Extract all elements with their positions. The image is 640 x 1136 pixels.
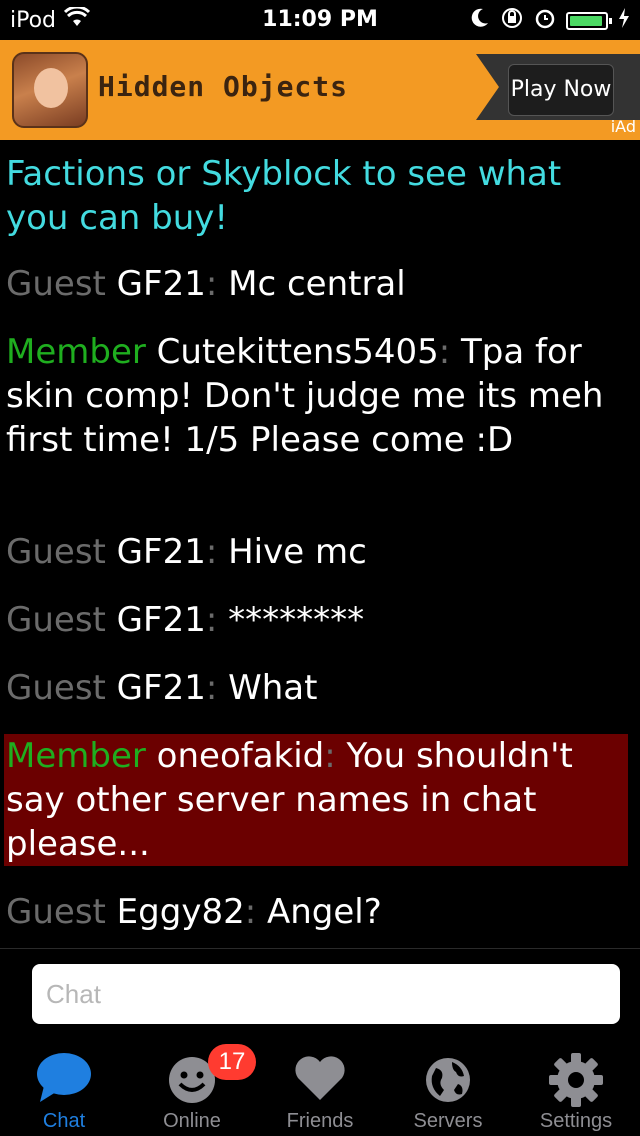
chat-message: Member Cutekittens5405: Tpa for skin com… (6, 330, 628, 462)
tab-servers[interactable]: Servers (384, 1040, 512, 1136)
message-text: What (217, 668, 318, 708)
heart-icon (290, 1048, 350, 1108)
separator: : (205, 532, 218, 572)
rank-label: Member (6, 332, 146, 372)
chat-message: Guest GF21: What (6, 666, 628, 710)
divider (0, 948, 640, 949)
rank-label: Guest (6, 600, 106, 640)
username[interactable]: Eggy82 (117, 892, 245, 932)
tab-label: Chat (42, 1110, 86, 1132)
separator: : (205, 264, 218, 304)
separator: : (205, 668, 218, 708)
battery-icon (566, 12, 612, 30)
username[interactable]: Cutekittens5405 (157, 332, 439, 372)
ad-play-now-button[interactable]: Play Now (508, 64, 614, 116)
tab-label: Friends (286, 1110, 354, 1132)
username[interactable]: oneofakid (157, 736, 325, 776)
chat-message: Guest GF21: ******** (6, 598, 628, 642)
username[interactable]: GF21 (117, 668, 206, 708)
rank-label: Guest (6, 668, 106, 708)
tab-chat[interactable]: Chat (0, 1040, 128, 1136)
message-text: ******** (217, 600, 365, 640)
rank-label: Guest (6, 264, 106, 304)
username[interactable]: GF21 (117, 264, 206, 304)
separator: : (438, 332, 451, 372)
message-text: Hive mc (217, 532, 367, 572)
online-count-badge: 17 (208, 1044, 256, 1080)
alarm-icon (534, 7, 556, 35)
separator: : (244, 892, 257, 932)
status-right (470, 6, 630, 36)
ad-title: Hidden Objects (98, 70, 349, 103)
ad-thumbnail-image (12, 52, 88, 128)
moon-icon (470, 7, 490, 35)
gear-icon (546, 1048, 606, 1108)
chat-message: Guest Eggy82: Angel? (6, 890, 628, 934)
chat-message: Guest GF21: Mc central (6, 262, 628, 306)
chat-input[interactable] (32, 964, 620, 1024)
chat-message: Guest GF21: Hive mc (6, 530, 628, 574)
rank-label: Guest (6, 532, 106, 572)
tab-settings[interactable]: Settings (512, 1040, 640, 1136)
chat-bubble-icon (34, 1048, 94, 1108)
tab-bar: Chat Online Friends Servers Settings (0, 1040, 640, 1136)
highlighted-chat-message: Member oneofakid: You shouldn't say othe… (4, 734, 628, 866)
username[interactable]: GF21 (117, 600, 206, 640)
orientation-lock-icon (500, 6, 524, 36)
tab-label: Online (163, 1110, 221, 1132)
username[interactable]: GF21 (117, 532, 206, 572)
message-text: Mc central (217, 264, 406, 304)
ad-banner[interactable]: Hidden Objects Play Now iAd (0, 40, 640, 140)
system-message: Factions or Skyblock to see what you can… (6, 154, 562, 238)
tab-label: Servers (413, 1110, 483, 1132)
iad-label: iAd (610, 117, 636, 136)
rank-label: Guest (6, 892, 106, 932)
message-text: Angel? (256, 892, 382, 932)
chat-message-list[interactable]: Factions or Skyblock to see what you can… (0, 140, 640, 948)
tab-friends[interactable]: Friends (256, 1040, 384, 1136)
tab-label: Settings (539, 1110, 613, 1132)
charging-icon (618, 7, 630, 35)
rank-label: Member (6, 736, 146, 776)
separator: : (324, 736, 336, 776)
separator: : (205, 600, 218, 640)
status-bar: iPod 11:09 PM (0, 0, 640, 40)
globe-icon (418, 1048, 478, 1108)
